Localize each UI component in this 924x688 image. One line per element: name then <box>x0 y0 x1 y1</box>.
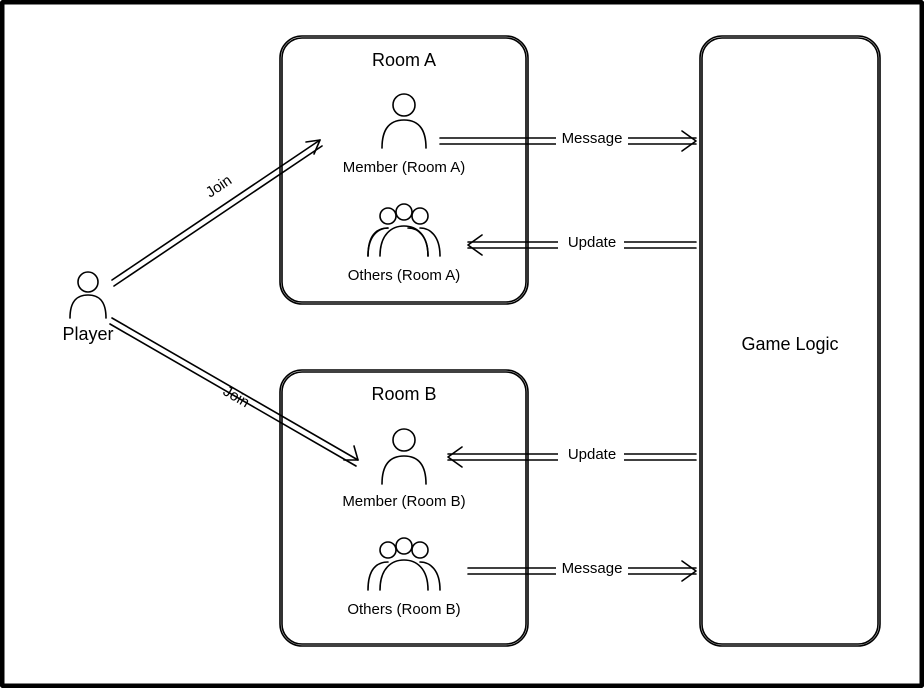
room-a-box: Room A Member (Room A) Others (Room A) <box>280 36 528 304</box>
game-logic-title: Game Logic <box>741 334 838 354</box>
arrow-join-b-label: Join <box>220 383 252 411</box>
room-a-member-label: Member (Room A) <box>343 159 466 176</box>
room-b-title: Room B <box>371 384 436 404</box>
arrow-join-a <box>112 140 322 286</box>
person-icon <box>70 272 106 318</box>
arrow-join-a-label: Join <box>203 172 235 201</box>
arrow-update-a-label: Update <box>568 234 616 251</box>
arrow-update-b-label: Update <box>568 446 616 463</box>
room-b-others-label: Others (Room B) <box>347 601 460 618</box>
group-icon <box>368 204 440 256</box>
player-node: Player <box>62 272 113 344</box>
arrow-message-b-label: Message <box>562 560 623 577</box>
room-a-others-label: Others (Room A) <box>348 267 461 284</box>
game-logic-box: Game Logic <box>700 36 880 646</box>
player-label: Player <box>62 324 113 344</box>
person-icon <box>382 429 426 484</box>
arrow-message-a-label: Message <box>562 130 623 147</box>
room-a-title: Room A <box>372 50 436 70</box>
room-b-member-label: Member (Room B) <box>342 493 465 510</box>
room-b-box: Room B Member (Room B) Others (Room B) <box>280 370 528 646</box>
person-icon <box>382 94 426 148</box>
group-icon <box>368 538 440 590</box>
